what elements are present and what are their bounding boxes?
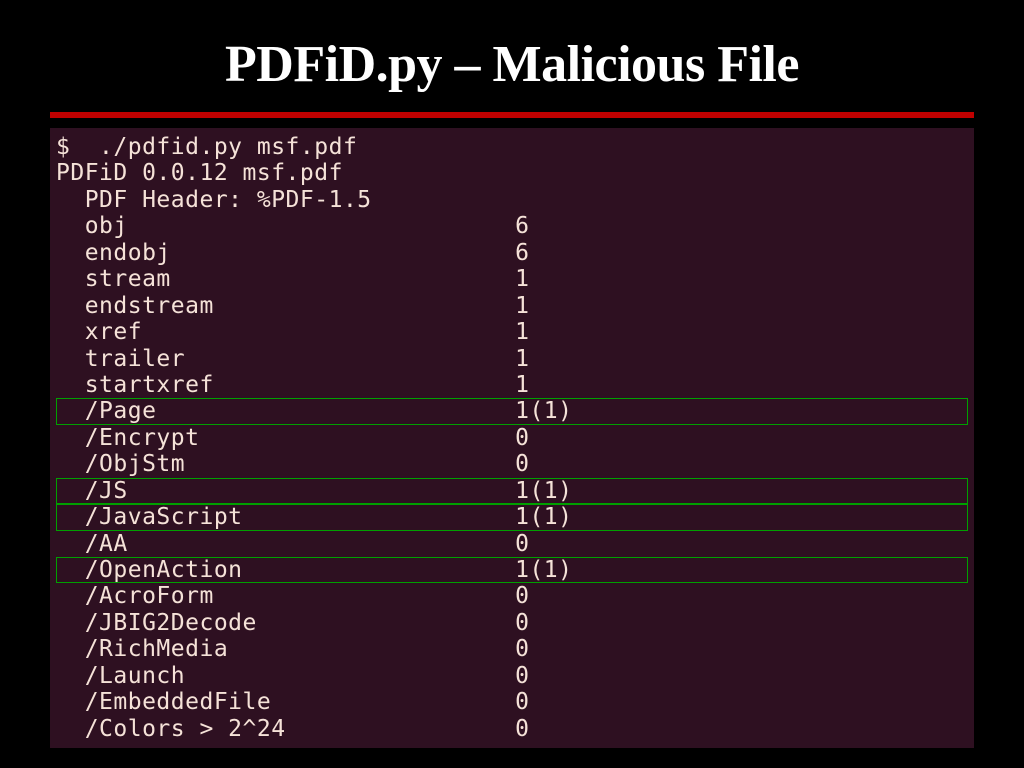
terminal-row-value: 1(1) — [515, 398, 572, 424]
terminal-output: $ ./pdfid.py msf.pdfPDFiD 0.0.12 msf.pdf… — [50, 128, 974, 748]
terminal-header-line: PDFiD 0.0.12 msf.pdf — [56, 160, 968, 186]
terminal-row-key: /Launch — [56, 663, 515, 689]
terminal-row-key: /AcroForm — [56, 583, 515, 609]
terminal-row: /Encrypt 0 — [56, 425, 968, 451]
terminal-row-value: 1(1) — [515, 557, 572, 583]
terminal-row: endstream 1 — [56, 293, 968, 319]
terminal-row-value: 6 — [515, 213, 529, 239]
terminal-row-value: 0 — [515, 689, 529, 715]
terminal-row-key: xref — [56, 319, 515, 345]
slide-title: PDFiD.py – Malicious File — [50, 35, 974, 94]
terminal-row-value: 1 — [515, 346, 529, 372]
terminal-row: /RichMedia 0 — [56, 636, 968, 662]
terminal-row-value: 0 — [515, 425, 529, 451]
terminal-row: /AcroForm 0 — [56, 583, 968, 609]
terminal-row: /EmbeddedFile 0 — [56, 689, 968, 715]
terminal-row: /OpenAction 1(1) — [56, 557, 968, 583]
terminal-row-key: stream — [56, 266, 515, 292]
terminal-row-key: endobj — [56, 240, 515, 266]
terminal-row: /Launch 0 — [56, 663, 968, 689]
terminal-row: /Page 1(1) — [56, 398, 968, 424]
terminal-row-value: 1(1) — [515, 504, 572, 530]
terminal-row: trailer 1 — [56, 346, 968, 372]
terminal-row: /JS 1(1) — [56, 478, 968, 504]
terminal-row-value: 1 — [515, 372, 529, 398]
terminal-row: /Colors > 2^24 0 — [56, 716, 968, 742]
terminal-row-key: /EmbeddedFile — [56, 689, 515, 715]
terminal-row-key: trailer — [56, 346, 515, 372]
terminal-header-line: PDF Header: %PDF-1.5 — [56, 187, 968, 213]
terminal-row: endobj 6 — [56, 240, 968, 266]
terminal-row: /JavaScript 1(1) — [56, 504, 968, 530]
terminal-row-key: /ObjStm — [56, 451, 515, 477]
terminal-row-value: 0 — [515, 636, 529, 662]
terminal-row-key: /Page — [56, 398, 515, 424]
terminal-row-value: 0 — [515, 663, 529, 689]
terminal-row: /ObjStm 0 — [56, 451, 968, 477]
terminal-row-key: /AA — [56, 531, 515, 557]
terminal-row: obj 6 — [56, 213, 968, 239]
terminal-row-key: startxref — [56, 372, 515, 398]
terminal-header-line: $ ./pdfid.py msf.pdf — [56, 134, 968, 160]
terminal-row-value: 0 — [515, 716, 529, 742]
terminal-row-value: 0 — [515, 451, 529, 477]
horizontal-rule — [50, 112, 974, 118]
terminal-row-value: 0 — [515, 583, 529, 609]
terminal-row-value: 6 — [515, 240, 529, 266]
terminal-row-value: 0 — [515, 610, 529, 636]
terminal-row: startxref 1 — [56, 372, 968, 398]
terminal-row-key: endstream — [56, 293, 515, 319]
terminal-row-key: /JavaScript — [56, 504, 515, 530]
terminal-row-value: 1(1) — [515, 478, 572, 504]
terminal-row: xref 1 — [56, 319, 968, 345]
terminal-row-value: 1 — [515, 266, 529, 292]
terminal-row-value: 1 — [515, 319, 529, 345]
terminal-row-value: 0 — [515, 531, 529, 557]
terminal-row: stream 1 — [56, 266, 968, 292]
terminal-row-key: /RichMedia — [56, 636, 515, 662]
terminal-row-key: /JBIG2Decode — [56, 610, 515, 636]
terminal-row-key: /JS — [56, 478, 515, 504]
terminal-row: /JBIG2Decode 0 — [56, 610, 968, 636]
terminal-row-value: 1 — [515, 293, 529, 319]
terminal-row-key: /Colors > 2^24 — [56, 716, 515, 742]
terminal-row-key: /OpenAction — [56, 557, 515, 583]
terminal-row: /AA 0 — [56, 531, 968, 557]
terminal-row-key: /Encrypt — [56, 425, 515, 451]
terminal-row-key: obj — [56, 213, 515, 239]
